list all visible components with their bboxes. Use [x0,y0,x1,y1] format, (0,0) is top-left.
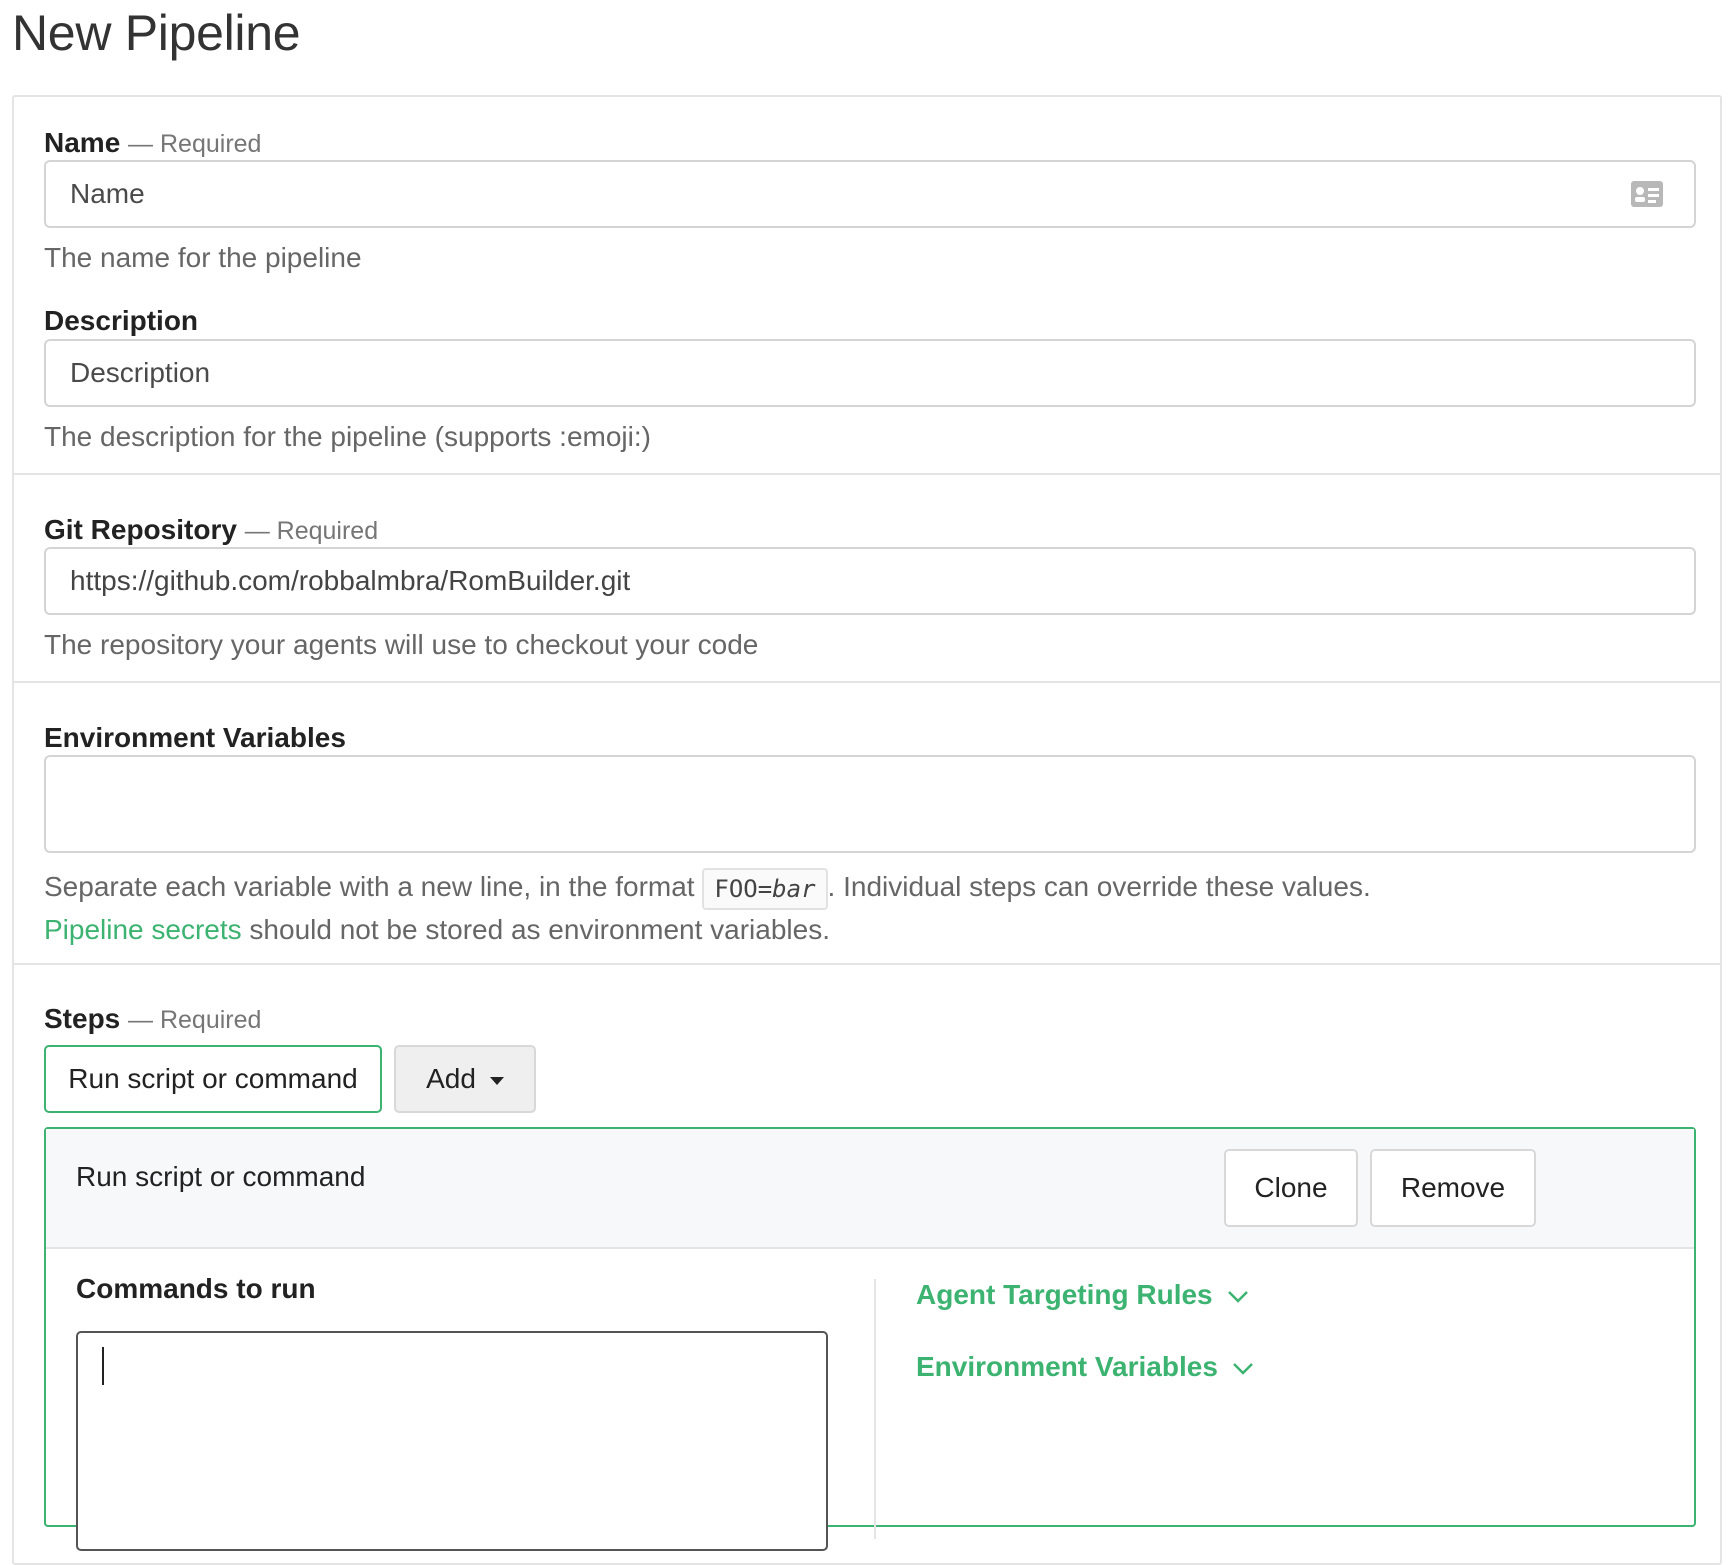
repository-label: Git Repository — Required [44,514,379,545]
description-label: Description [44,305,199,336]
pipeline-form: Name — Required Name The name for the pi… [12,95,1722,1565]
pipeline-secrets-link[interactable]: Pipeline secrets [44,914,242,945]
required-marker: — Required [128,1006,262,1034]
step-tab-run-script[interactable]: Run script or command [44,1045,382,1113]
column-divider [874,1279,876,1539]
add-step-button[interactable]: Add [394,1045,536,1113]
env-label: Environment Variables [44,722,346,753]
description-input[interactable]: Description [44,339,1696,407]
chevron-down-icon [1227,1290,1248,1303]
remove-button[interactable]: Remove [1370,1149,1536,1227]
page-title: New Pipeline [12,5,301,61]
chevron-down-icon [1233,1362,1253,1375]
clone-button[interactable]: Clone [1224,1149,1358,1227]
section-divider [14,681,1720,683]
repository-input[interactable]: https://github.com/robbalmbra/RomBuilder… [44,547,1696,615]
env-textarea[interactable] [44,755,1696,853]
section-divider [14,473,1720,475]
commands-textarea[interactable] [76,1331,828,1551]
name-label: Name — Required [44,127,262,158]
env-help: Separate each variable with a new line, … [44,867,1684,950]
description-help: The description for the pipeline (suppor… [44,421,651,452]
required-marker: — Required [128,130,262,158]
agent-targeting-rules-toggle[interactable]: Agent Targeting Rules [916,1279,1249,1311]
text-cursor [102,1347,104,1385]
format-code: FOO=bar [702,867,828,910]
name-input[interactable]: Name [44,160,1696,228]
repository-help: The repository your agents will use to c… [44,629,759,660]
step-env-variables-toggle[interactable]: Environment Variables [916,1351,1254,1383]
step-editor: Run script or command Clone Remove Comma… [44,1127,1696,1551]
section-divider [14,963,1720,965]
caret-down-icon [489,1076,504,1085]
step-title: Run script or command [76,1161,366,1192]
name-help: The name for the pipeline [44,242,362,273]
step-header: Run script or command Clone Remove [46,1129,1694,1249]
steps-label: Steps — Required [44,1003,262,1034]
commands-label: Commands to run [76,1273,316,1304]
id-card-icon [1631,181,1663,207]
required-marker: — Required [244,517,379,545]
